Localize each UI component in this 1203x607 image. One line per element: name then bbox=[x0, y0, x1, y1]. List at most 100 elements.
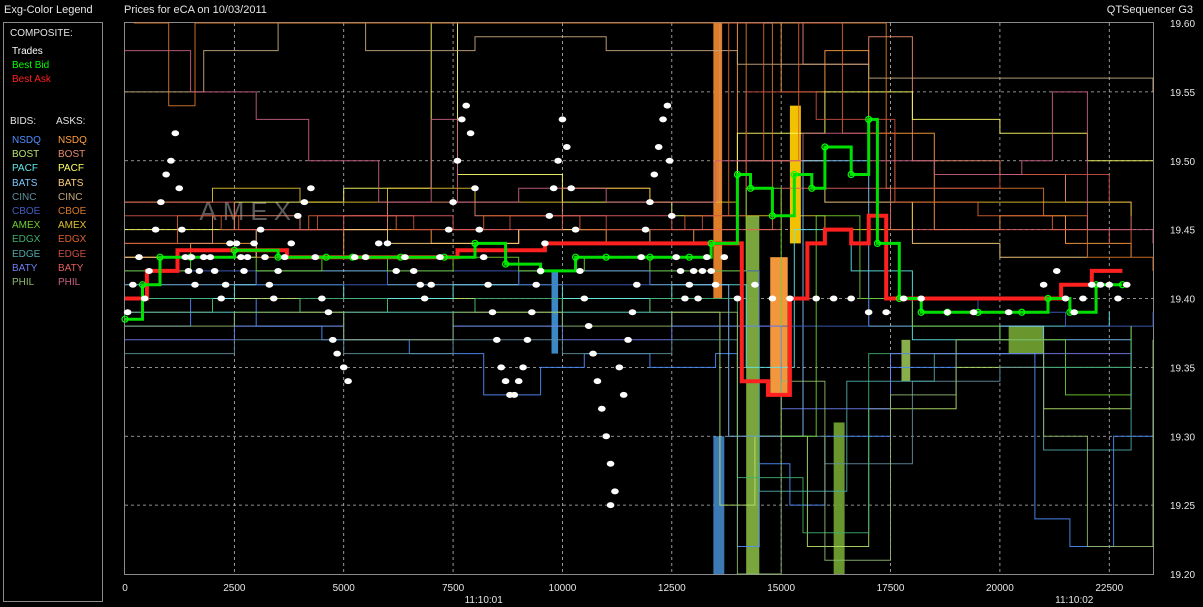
trade-point bbox=[606, 460, 615, 467]
quote-block-phil bbox=[901, 339, 911, 382]
trade-point bbox=[654, 143, 663, 150]
trade-point bbox=[475, 226, 484, 233]
trade-point bbox=[243, 254, 252, 261]
trade-point bbox=[615, 364, 624, 371]
trade-point bbox=[333, 350, 341, 357]
trade-point bbox=[665, 157, 674, 164]
x-tick-label: 0 bbox=[122, 583, 128, 594]
trade-point bbox=[151, 226, 160, 233]
trade-point bbox=[637, 254, 645, 261]
trade-point bbox=[444, 226, 453, 233]
x-tick-label: 2500 bbox=[223, 583, 246, 594]
trade-point bbox=[689, 267, 698, 274]
trade-point bbox=[1039, 281, 1048, 288]
trade-point bbox=[703, 254, 711, 261]
trade-point bbox=[606, 502, 615, 509]
y-tick-label: 19.60 bbox=[1170, 19, 1195, 30]
trade-point bbox=[436, 254, 444, 261]
x-tick-label: 7500 bbox=[442, 583, 465, 594]
trade-point bbox=[488, 309, 497, 316]
trade-point bbox=[663, 102, 672, 109]
quote-line-bid-cinc bbox=[125, 339, 1132, 465]
trade-point bbox=[523, 336, 532, 343]
trade-point bbox=[416, 281, 425, 288]
trade-point bbox=[184, 267, 193, 274]
trade-point bbox=[1122, 281, 1131, 288]
trade-point bbox=[167, 157, 175, 164]
trade-point bbox=[659, 116, 667, 123]
time-label: 11:10:02 bbox=[1055, 595, 1094, 606]
best-ask-line bbox=[125, 213, 1123, 397]
trade-point bbox=[633, 281, 641, 288]
y-tick-label: 19.30 bbox=[1170, 432, 1195, 443]
trade-point bbox=[191, 281, 199, 288]
trade-point bbox=[318, 295, 326, 302]
trade-point bbox=[847, 295, 855, 302]
trade-point bbox=[171, 130, 180, 137]
trade-point bbox=[269, 295, 278, 302]
trade-point bbox=[162, 171, 170, 178]
trade-point bbox=[641, 226, 650, 233]
trade-point bbox=[899, 295, 908, 302]
trade-point bbox=[324, 309, 333, 316]
trade-point bbox=[501, 378, 510, 385]
trade-point bbox=[532, 281, 540, 288]
trade-point bbox=[1004, 309, 1013, 316]
trade-point bbox=[576, 267, 584, 274]
trade-point bbox=[361, 254, 370, 261]
trade-point bbox=[698, 267, 707, 274]
trade-point bbox=[471, 185, 479, 192]
y-tick-label: 19.20 bbox=[1170, 570, 1195, 581]
trade-point bbox=[672, 254, 680, 261]
trade-point bbox=[943, 309, 952, 316]
trade-point bbox=[786, 295, 794, 302]
trade-point bbox=[567, 185, 575, 192]
trade-point bbox=[175, 185, 184, 192]
trade-point bbox=[733, 295, 742, 302]
trade-point bbox=[624, 336, 632, 343]
trade-point bbox=[240, 267, 248, 274]
trade-point bbox=[1061, 295, 1070, 302]
trade-point bbox=[427, 281, 436, 288]
trade-point bbox=[328, 336, 337, 343]
quote-line-bid-nsdq bbox=[125, 298, 1154, 547]
trade-point bbox=[497, 364, 506, 371]
trade-point bbox=[458, 116, 466, 123]
trade-point bbox=[563, 143, 571, 150]
trade-point bbox=[221, 281, 230, 288]
trade-point bbox=[751, 281, 759, 288]
trade-point bbox=[479, 254, 488, 261]
x-tick-label: 15000 bbox=[767, 583, 795, 594]
trade-point bbox=[882, 309, 890, 316]
x-tick-label: 5000 bbox=[333, 583, 356, 594]
trade-point bbox=[409, 267, 418, 274]
trade-point bbox=[541, 240, 549, 247]
trade-point bbox=[217, 295, 226, 302]
trade-point bbox=[681, 295, 689, 302]
trade-point bbox=[1105, 281, 1114, 288]
quote-line-bid-phil bbox=[125, 311, 1154, 575]
trade-point bbox=[293, 212, 302, 219]
y-tick-label: 19.25 bbox=[1170, 501, 1195, 512]
trade-point bbox=[571, 226, 580, 233]
trade-point bbox=[265, 281, 274, 288]
trade-point bbox=[484, 281, 492, 288]
trade-point bbox=[261, 254, 269, 261]
trade-point bbox=[453, 157, 462, 164]
trade-point bbox=[140, 295, 149, 302]
trade-point bbox=[129, 281, 137, 288]
trade-point bbox=[250, 240, 258, 247]
trade-point bbox=[611, 488, 619, 495]
trade-point bbox=[287, 240, 296, 247]
trade-point bbox=[1079, 295, 1087, 302]
trade-point bbox=[178, 226, 186, 233]
trade-point bbox=[528, 309, 536, 316]
trade-point bbox=[210, 267, 219, 274]
trade-point bbox=[1096, 281, 1105, 288]
trade-point bbox=[1052, 267, 1061, 274]
y-tick-label: 19.35 bbox=[1170, 363, 1195, 374]
trade-point bbox=[589, 350, 597, 357]
trade-point bbox=[768, 295, 777, 302]
quote-line-bid-bost bbox=[125, 298, 1132, 547]
trade-point bbox=[311, 254, 320, 261]
